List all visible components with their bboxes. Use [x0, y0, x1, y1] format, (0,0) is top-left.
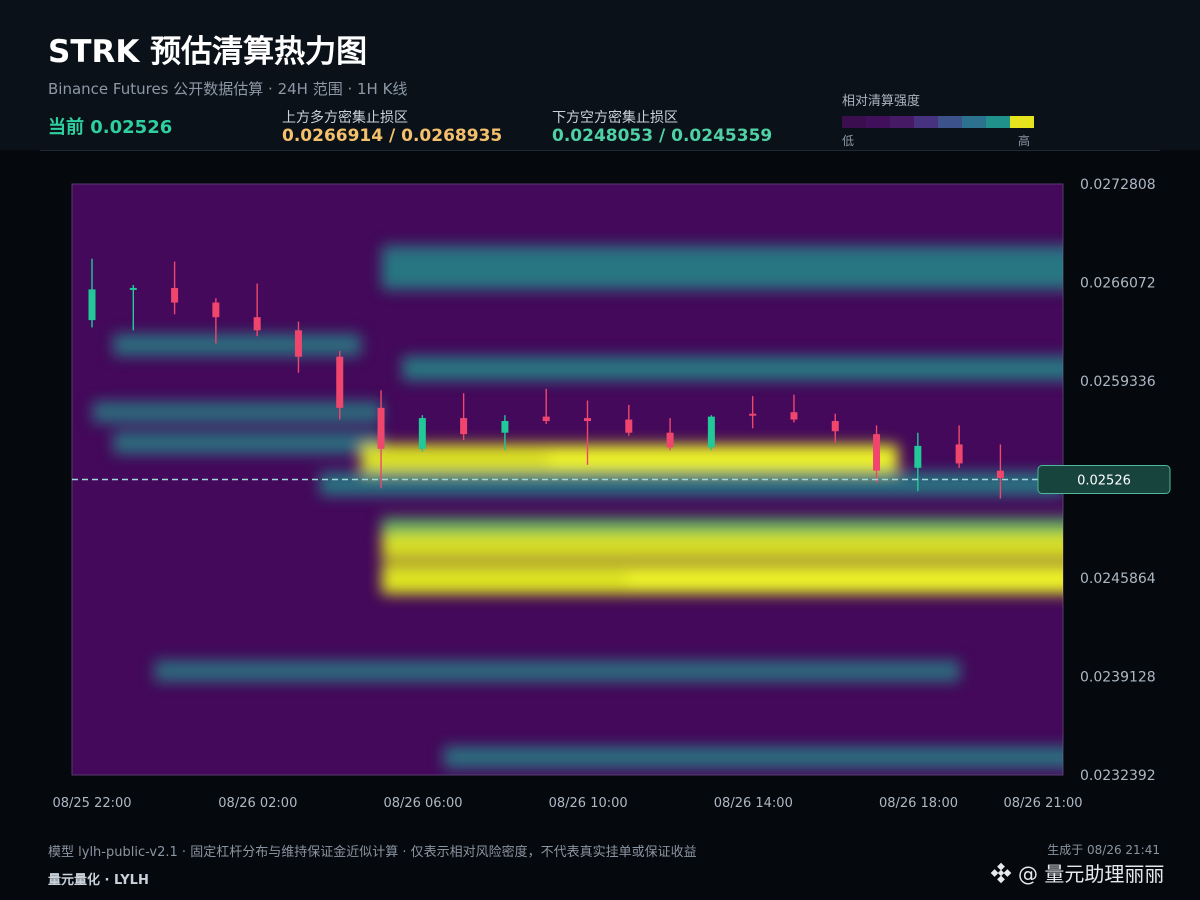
watermark-text: @ 量元助理丽丽 — [1018, 862, 1165, 886]
heat-band — [319, 472, 1063, 496]
candle-body — [666, 432, 674, 448]
candle-body — [749, 413, 757, 416]
x-tick-label: 08/26 06:00 — [383, 796, 462, 811]
heat-band — [402, 356, 1063, 381]
heat-band-core — [548, 451, 898, 467]
heat-band — [381, 532, 1063, 561]
watermark: @ 量元助理丽丽 — [990, 858, 1164, 887]
candle-body — [996, 470, 1004, 479]
candle-body — [625, 419, 633, 433]
candle-body — [88, 289, 96, 321]
footer-note: 模型 lylh-public-v2.1 · 固定杠杆分布与维持保证金近似计算 ·… — [48, 845, 697, 860]
y-tick-label: 0.0266072 — [1080, 276, 1156, 292]
generated-time: 生成于 08/26 21:41 — [1047, 843, 1160, 857]
x-tick-label: 08/26 14:00 — [714, 796, 793, 811]
candle-body — [253, 317, 261, 331]
heat-band-core — [627, 571, 1063, 587]
candle-body — [171, 287, 179, 303]
y-tick-label: 0.0259336 — [1080, 374, 1156, 390]
liquidation-heatmap-chart: 0.0272808 0.0266072 0.0259336 0.0245864 0.02… — [52, 177, 1171, 811]
heat-band — [113, 333, 362, 357]
candle-body — [501, 421, 509, 433]
x-tick-label: 08/26 18:00 — [879, 796, 958, 811]
binance-logo-icon — [990, 862, 1012, 883]
y-tick-label: 0.0245864 — [1080, 571, 1156, 587]
candle-body — [294, 330, 302, 357]
candle-body — [418, 418, 426, 449]
heat-band — [381, 265, 1063, 290]
candle-body — [914, 445, 922, 468]
candle-body — [129, 287, 137, 290]
current-price-tag-label: 0.02526 — [1077, 474, 1131, 489]
candle-body — [584, 418, 591, 422]
footer-brand: 量元量化 · LYLH — [48, 873, 149, 888]
candle-body — [790, 412, 798, 420]
candle-body — [542, 416, 550, 422]
candle-body — [460, 418, 468, 435]
y-tick-label: 0.0232392 — [1080, 768, 1156, 784]
candle-body — [377, 407, 385, 449]
candle-body — [955, 444, 963, 464]
heat-band — [113, 431, 382, 455]
y-tick-label: 0.0272808 — [1080, 177, 1156, 193]
x-tick-label: 08/26 02:00 — [218, 796, 297, 811]
heat-band — [443, 746, 1063, 769]
x-tick-label: 08/26 10:00 — [549, 796, 628, 811]
candle-body — [707, 416, 715, 448]
candle-body — [336, 356, 344, 408]
x-tick-label: 08/25 22:00 — [52, 796, 131, 811]
candle-body — [212, 302, 220, 318]
candle-body — [831, 421, 839, 432]
candle-body — [873, 434, 881, 471]
y-tick-label: 0.0239128 — [1080, 670, 1156, 686]
heat-band — [154, 660, 960, 682]
x-tick-label: 08/26 21:00 — [1003, 796, 1082, 811]
